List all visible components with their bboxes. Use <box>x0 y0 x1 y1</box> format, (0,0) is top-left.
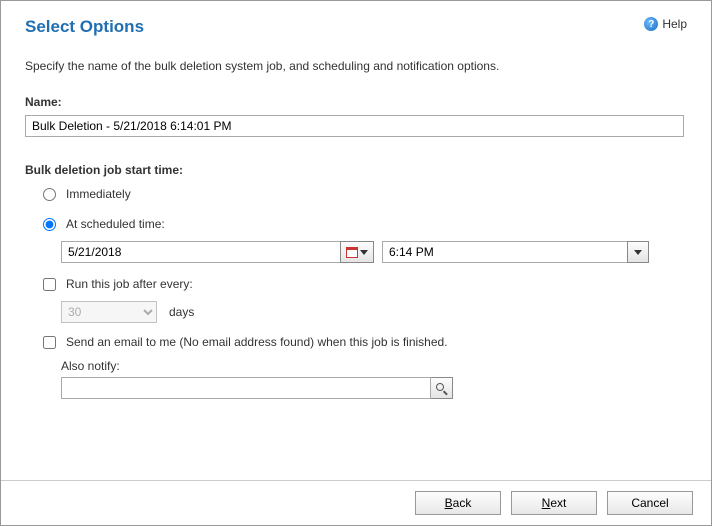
recur-days-select[interactable]: 30 <box>61 301 157 323</box>
help-icon: ? <box>644 17 658 31</box>
radio-scheduled-label: At scheduled time: <box>66 217 165 231</box>
back-button[interactable]: Back <box>415 491 501 515</box>
date-input[interactable] <box>61 241 341 263</box>
dialog-body: Specify the name of the bulk deletion sy… <box>1 45 711 480</box>
radio-immediately[interactable] <box>43 188 56 201</box>
name-label: Name: <box>25 95 687 109</box>
page-title: Select Options <box>25 17 144 37</box>
time-field-wrap <box>382 241 649 263</box>
search-icon <box>436 383 447 394</box>
chevron-down-icon <box>360 250 368 255</box>
radio-immediately-label: Immediately <box>66 187 131 201</box>
opt-immediately-row: Immediately <box>43 187 687 201</box>
intro-text: Specify the name of the bulk deletion sy… <box>25 59 687 73</box>
time-picker-button[interactable] <box>627 241 649 263</box>
recur-row: Run this job after every: <box>43 277 687 291</box>
dialog-header: Select Options ? Help <box>1 1 711 45</box>
help-label: Help <box>662 17 687 31</box>
radio-scheduled[interactable] <box>43 218 56 231</box>
notify-label: Send an email to me (No email address fo… <box>66 335 448 349</box>
also-notify-label: Also notify: <box>61 359 687 373</box>
recur-value-row: 30 days <box>61 301 687 323</box>
notify-checkbox[interactable] <box>43 336 56 349</box>
notify-block: Send an email to me (No email address fo… <box>25 335 687 399</box>
name-input[interactable] <box>25 115 684 137</box>
recur-days-suffix: days <box>169 305 194 319</box>
date-field-wrap <box>61 241 374 263</box>
select-options-dialog: Select Options ? Help Specify the name o… <box>0 0 712 526</box>
lookup-button[interactable] <box>431 377 453 399</box>
chevron-down-icon <box>634 250 642 255</box>
next-button[interactable]: Next <box>511 491 597 515</box>
notify-row: Send an email to me (No email address fo… <box>43 335 687 349</box>
date-picker-button[interactable] <box>340 241 374 263</box>
lookup-wrap <box>61 377 687 399</box>
recur-label: Run this job after every: <box>66 277 193 291</box>
date-time-row <box>61 241 687 263</box>
schedule-section-label: Bulk deletion job start time: <box>25 163 687 177</box>
recur-checkbox[interactable] <box>43 278 56 291</box>
opt-scheduled-row: At scheduled time: <box>43 217 687 231</box>
cancel-button[interactable]: Cancel <box>607 491 693 515</box>
also-notify-input[interactable] <box>61 377 431 399</box>
calendar-icon <box>346 247 358 258</box>
dialog-footer: Back Next Cancel <box>1 480 711 525</box>
time-input[interactable] <box>382 241 628 263</box>
help-link[interactable]: ? Help <box>644 17 687 31</box>
